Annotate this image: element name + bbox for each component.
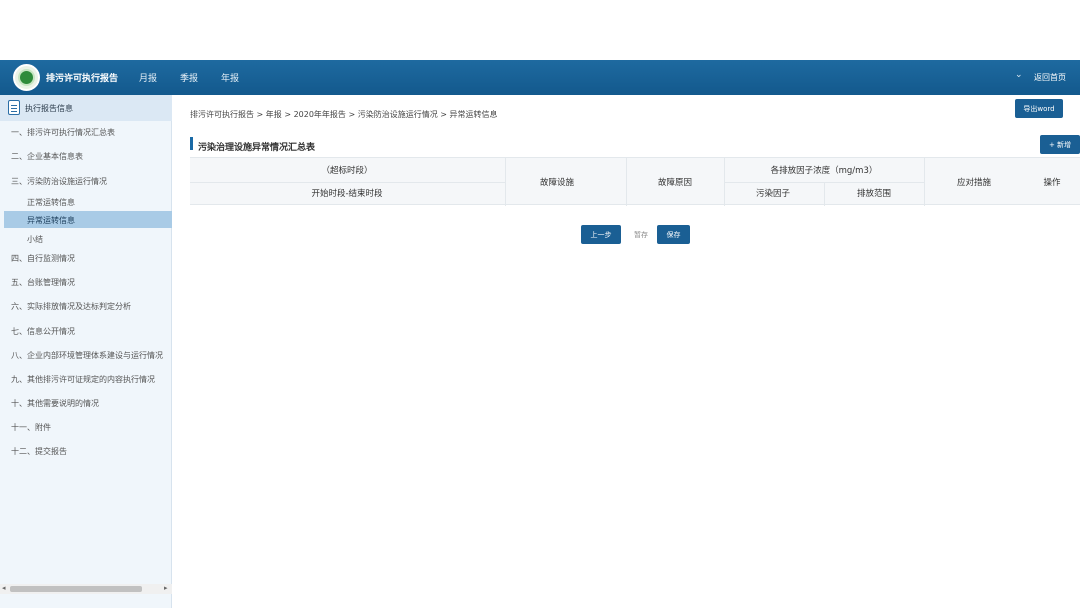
column-header-concentration: 各排放因子浓度（mg/m3） [770,166,878,176]
main-content: 排污许可执行报告 > 年报 > 2020年年报告 > 污染防治设施运行情况 > … [173,95,1080,608]
sidebar-item-submit-report[interactable]: 十二、提交报告 [11,446,67,457]
sidebar-item-facility-operation[interactable]: 三、污染防治设施运行情况 [11,176,107,187]
nav-monthly-report[interactable]: 月报 [139,71,157,84]
column-header-reason: 故障原因 [657,178,693,188]
nav-annual-report[interactable]: 年报 [221,71,239,84]
sidebar-subitem-summary[interactable]: 小结 [27,234,43,245]
sidebar-item-ledger[interactable]: 五、台账管理情况 [11,277,75,288]
sidebar-item-attachments[interactable]: 十一、附件 [11,422,51,433]
sidebar-item-disclosure[interactable]: 七、信息公开情况 [11,326,75,337]
scroll-right-arrow-icon[interactable]: ▸ [164,584,168,592]
sidebar-item-management-system[interactable]: 八、企业内部环境管理体系建设与运行情况 [11,350,163,361]
save-button[interactable]: 保存 [657,225,690,244]
document-icon [8,100,20,115]
previous-step-button[interactable]: 上一步 [581,225,621,244]
export-word-button[interactable]: 导出word [1015,99,1063,118]
column-header-pollutant-factor: 污染因子 [755,189,791,199]
sidebar-header: 执行报告信息 [0,95,172,121]
sidebar-header-label: 执行报告信息 [25,104,73,113]
column-header-facility: 故障设施 [539,178,575,188]
column-header-measures: 应对措施 [956,178,992,188]
top-blank-area [0,0,1080,60]
sidebar-subitem-abnormal-operation[interactable]: 异常运转信息 [27,215,75,226]
sidebar: 执行报告信息 一、排污许可执行情况汇总表 二、企业基本信息表 三、污染防治设施运… [0,95,172,608]
column-header-period: （超标时段） [321,166,373,176]
return-home-link[interactable]: 返回首页 [1034,72,1066,83]
column-header-emission-range: 排放范围 [856,189,892,199]
scrollbar-thumb[interactable] [10,586,142,592]
scroll-left-arrow-icon[interactable]: ◂ [2,584,6,592]
section-title-accent [190,137,193,150]
sidebar-item-emissions[interactable]: 六、实际排放情况及达标判定分析 [11,301,131,312]
nav-quarterly-report[interactable]: 季报 [180,71,198,84]
add-button[interactable]: + 新增 [1040,135,1080,154]
column-header-action: 操作 [1043,178,1061,188]
sidebar-item-basic-info[interactable]: 二、企业基本信息表 [11,151,83,162]
app-title: 排污许可执行报告 [46,74,119,84]
column-header-start-end: 开始时段-结束时段 [311,189,383,199]
chevron-down-icon[interactable]: ⌄ [1015,70,1023,80]
sidebar-item-other-provisions[interactable]: 九、其他排污许可证规定的内容执行情况 [11,374,155,385]
sidebar-item-summary[interactable]: 一、排污许可执行情况汇总表 [11,127,115,138]
sidebar-horizontal-scrollbar[interactable]: ◂ ▸ [0,584,172,594]
sidebar-subitem-normal-operation[interactable]: 正常运转信息 [27,197,75,208]
section-title: 污染治理设施异常情况汇总表 [198,143,316,153]
breadcrumb: 排污许可执行报告 > 年报 > 2020年年报告 > 污染防治设施运行情况 > … [190,110,498,119]
top-navigation-bar: 排污许可执行报告 月报 季报 年报 ⌄ 返回首页 [0,60,1080,95]
save-draft-button[interactable]: 暂存 [625,225,657,244]
abnormal-facility-table: （超标时段） 开始时段-结束时段 故障设施 故障原因 各排放因子浓度（mg/m3… [190,157,1080,206]
emblem-logo-icon [13,64,40,91]
sidebar-item-self-monitoring[interactable]: 四、自行监测情况 [11,253,75,264]
sidebar-item-other-notes[interactable]: 十、其他需要说明的情况 [11,398,99,409]
